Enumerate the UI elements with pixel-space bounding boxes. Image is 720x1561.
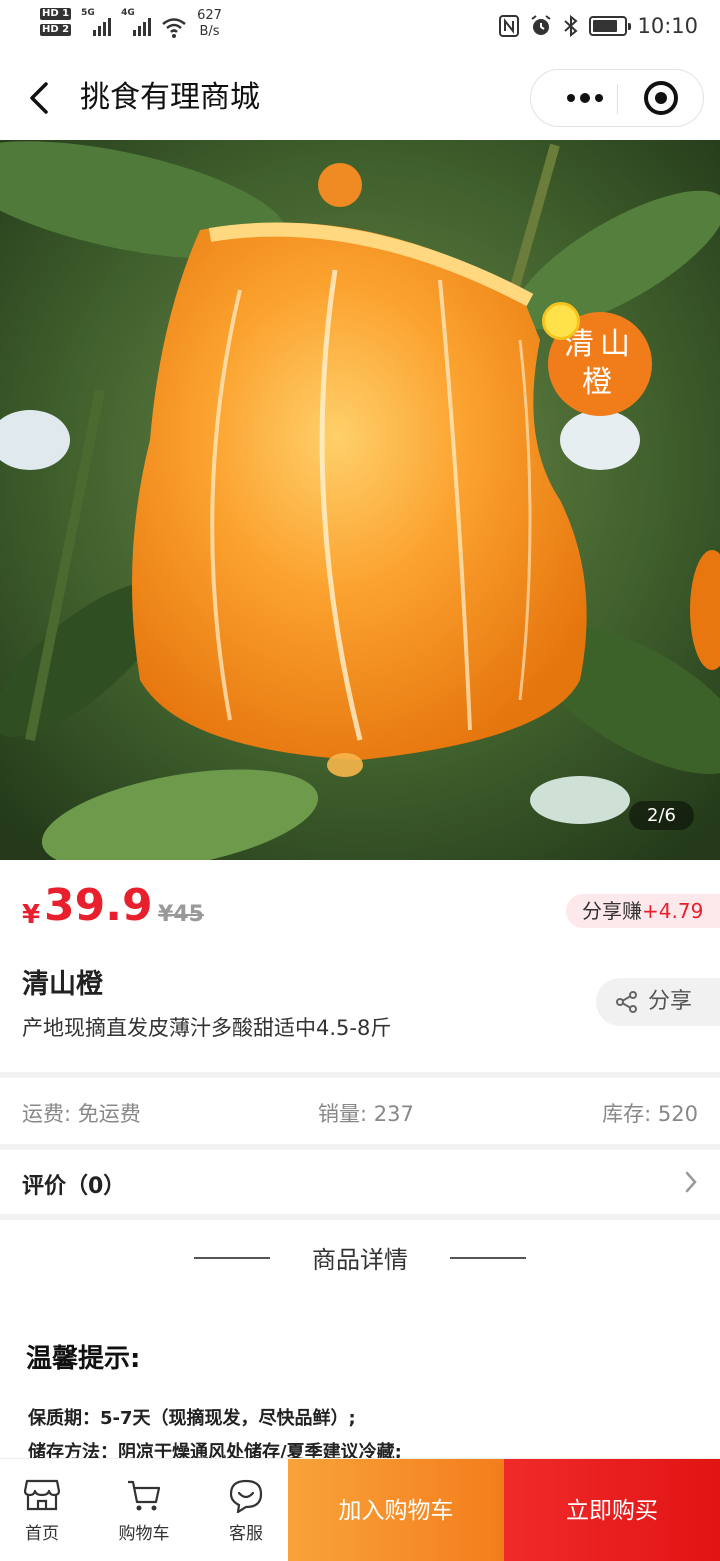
product-info: ¥ 39.9 ¥45 分享赚+4.79 清山橙 产地现摘直发皮薄汁多酸甜适中4.… bbox=[0, 860, 720, 1072]
bottom-action-bar: 首页 购物车 客服 加入购物车 立即购买 bbox=[0, 1458, 720, 1561]
network-speed-unit: B/s bbox=[199, 24, 220, 39]
header-line-right bbox=[450, 1257, 526, 1259]
close-mini-program-icon[interactable] bbox=[639, 76, 683, 120]
status-bar: HD 1 HD 2 5G 4G 627 B/s 10:10 bbox=[0, 0, 720, 56]
shipping-sales-stock-row: 运费: 免运费 销量: 237 库存: 520 bbox=[0, 1078, 720, 1144]
nfc-icon bbox=[499, 15, 520, 37]
signal-5g-icon: 5G bbox=[81, 8, 112, 36]
shipping-value: 免运费 bbox=[77, 1102, 141, 1126]
signal-5g-label: 5G bbox=[81, 8, 95, 18]
stock-info: 库存: 520 bbox=[602, 1098, 698, 1128]
sales-value: 237 bbox=[373, 1102, 414, 1126]
tip-shelf-life: 保质期：5-7天（现摘现发，尽快品鲜）; bbox=[28, 1408, 356, 1429]
more-icon[interactable] bbox=[555, 70, 615, 126]
product-photo bbox=[0, 140, 720, 860]
alarm-icon bbox=[531, 15, 552, 35]
hd-indicators: HD 1 HD 2 bbox=[40, 8, 72, 36]
brand-badge-line2: 橙 bbox=[582, 365, 618, 400]
sales-info: 销量: 237 bbox=[318, 1098, 414, 1128]
customer-service-icon bbox=[229, 1479, 263, 1513]
image-pager: 2/6 bbox=[629, 801, 694, 830]
detail-section-header: 商品详情 bbox=[0, 1220, 720, 1300]
sale-price: 39.9 bbox=[44, 880, 153, 931]
back-icon[interactable] bbox=[22, 76, 62, 120]
mini-program-capsule bbox=[530, 69, 704, 127]
share-earn-label: 分享赚 bbox=[582, 899, 642, 923]
wifi-icon bbox=[162, 18, 186, 38]
share-button[interactable]: 分享 bbox=[596, 978, 720, 1026]
product-description: 产地现摘直发皮薄汁多酸甜适中4.5-8斤 bbox=[22, 1016, 392, 1040]
chevron-right-icon bbox=[685, 1171, 697, 1193]
sales-label: 销量: bbox=[318, 1102, 368, 1126]
tab-cart-label: 购物车 bbox=[118, 1524, 170, 1544]
reviews-row[interactable]: 评价（0） bbox=[0, 1150, 720, 1214]
capsule-divider bbox=[617, 84, 618, 114]
add-to-cart-button[interactable]: 加入购物车 bbox=[288, 1459, 504, 1561]
tab-home[interactable]: 首页 bbox=[0, 1459, 92, 1561]
battery-icon bbox=[589, 16, 632, 36]
bluetooth-icon bbox=[564, 14, 579, 38]
product-image-carousel[interactable]: 清山 橙 2/6 bbox=[0, 140, 720, 860]
tab-cart[interactable]: 购物车 bbox=[94, 1459, 194, 1561]
shipping-label: 运费: bbox=[22, 1102, 72, 1126]
detail-title: 商品详情 bbox=[312, 1246, 408, 1274]
store-icon bbox=[24, 1479, 60, 1511]
page-title: 挑食有理商城 bbox=[80, 80, 260, 115]
stock-label: 库存: bbox=[602, 1102, 652, 1126]
share-label: 分享 bbox=[648, 989, 693, 1014]
tab-service-label: 客服 bbox=[229, 1524, 263, 1544]
nav-bar: 挑食有理商城 bbox=[0, 56, 720, 140]
hd2-badge: HD 2 bbox=[40, 24, 72, 36]
share-earn-badge[interactable]: 分享赚+4.79 bbox=[566, 894, 720, 928]
status-right: 10:10 bbox=[499, 14, 698, 38]
original-price: ¥45 bbox=[158, 902, 204, 927]
reviews-label: 评价（0） bbox=[22, 1174, 126, 1199]
product-tips: 温馨提示: 保质期：5-7天（现摘现发，尽快品鲜）; 储存方法：阴凉干燥通风处储… bbox=[0, 1300, 720, 1463]
clock: 10:10 bbox=[637, 14, 698, 38]
shipping-info: 运费: 免运费 bbox=[22, 1098, 141, 1128]
cart-icon bbox=[128, 1480, 161, 1511]
share-icon bbox=[616, 991, 637, 1013]
network-speed-value: 627 bbox=[197, 8, 222, 23]
orange-slice-icon bbox=[542, 302, 580, 340]
share-earn-amount: +4.79 bbox=[642, 899, 704, 923]
stock-value: 520 bbox=[657, 1102, 698, 1126]
tab-service[interactable]: 客服 bbox=[196, 1459, 296, 1561]
buy-now-button[interactable]: 立即购买 bbox=[504, 1459, 720, 1561]
tips-title: 温馨提示: bbox=[26, 1344, 141, 1374]
hd1-badge: HD 1 bbox=[40, 8, 72, 20]
battery-fill bbox=[593, 20, 618, 32]
signal-4g-label: 4G bbox=[121, 8, 135, 18]
status-left: HD 1 HD 2 5G 4G 627 B/s bbox=[40, 8, 222, 40]
network-speed: 627 B/s bbox=[197, 8, 222, 40]
brand-badge: 清山 橙 bbox=[542, 302, 652, 416]
signal-4g-icon: 4G bbox=[121, 8, 152, 36]
tab-home-label: 首页 bbox=[25, 1524, 59, 1544]
product-name: 清山橙 bbox=[22, 969, 103, 1000]
currency-symbol: ¥ bbox=[22, 900, 41, 930]
